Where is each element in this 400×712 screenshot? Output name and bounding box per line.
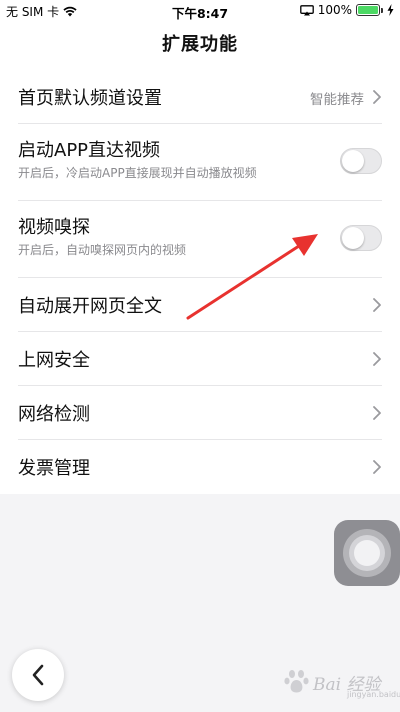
- setting-home-channel[interactable]: 首页默认频道设置 智能推荐: [0, 70, 400, 124]
- setting-browsing-security[interactable]: 上网安全: [0, 332, 400, 386]
- assistive-touch-button[interactable]: [334, 520, 400, 586]
- chevron-right-icon: [373, 406, 381, 420]
- setting-title: 发票管理: [18, 458, 90, 479]
- setting-subtitle: 开启后，冷启动APP直接展现并自动播放视频: [18, 166, 257, 180]
- chevron-right-icon: [373, 298, 381, 312]
- setting-title: 视频嗅探: [18, 217, 90, 238]
- battery-fill: [358, 6, 378, 14]
- chevron-right-icon: [373, 352, 381, 366]
- setting-value: 智能推荐: [310, 92, 364, 108]
- setting-title: 上网安全: [18, 350, 90, 371]
- page-title: 扩展功能: [162, 34, 238, 55]
- setting-title: 网络检测: [18, 404, 90, 425]
- watermark: Bai 经验 jingyan.baidu.com: [283, 660, 400, 700]
- battery-percent: 100%: [317, 3, 352, 17]
- red-arrow-icon: [186, 234, 318, 320]
- setting-subtitle: 开启后，自动嗅探网页内的视频: [18, 243, 187, 257]
- screen-mirroring-icon: [299, 4, 314, 15]
- nav-bar: 扩展功能: [0, 22, 400, 70]
- setting-invoice-management[interactable]: 发票管理: [0, 440, 400, 494]
- setting-network-check[interactable]: 网络检测: [0, 386, 400, 440]
- setting-launch-to-video: 启动APP直达视频 开启后，冷启动APP直接展现并自动播放视频: [0, 124, 400, 201]
- status-right: 100%: [299, 3, 394, 17]
- setting-title: 首页默认频道设置: [18, 88, 162, 109]
- launch-to-video-toggle[interactable]: [340, 148, 382, 174]
- status-bar: 无 SIM 卡 下午8:47 100%: [0, 0, 400, 22]
- back-button[interactable]: [12, 649, 64, 701]
- toggle-knob: [342, 227, 364, 249]
- chevron-right-icon: [373, 460, 381, 474]
- charging-bolt-icon: [387, 4, 394, 16]
- chevron-right-icon: [373, 90, 381, 104]
- video-sniffing-toggle[interactable]: [340, 225, 382, 251]
- battery-icon: [356, 4, 383, 16]
- toggle-knob: [342, 150, 364, 172]
- setting-title: 启动APP直达视频: [18, 140, 161, 161]
- setting-title: 自动展开网页全文: [18, 296, 162, 317]
- paw-logo-icon: [284, 670, 309, 693]
- screen: 无 SIM 卡 下午8:47 100% 扩展功能 首页默认频道设置 智能推荐 启…: [0, 0, 400, 712]
- chevron-left-icon: [32, 664, 44, 686]
- watermark-subtitle: jingyan.baidu.com: [347, 690, 400, 699]
